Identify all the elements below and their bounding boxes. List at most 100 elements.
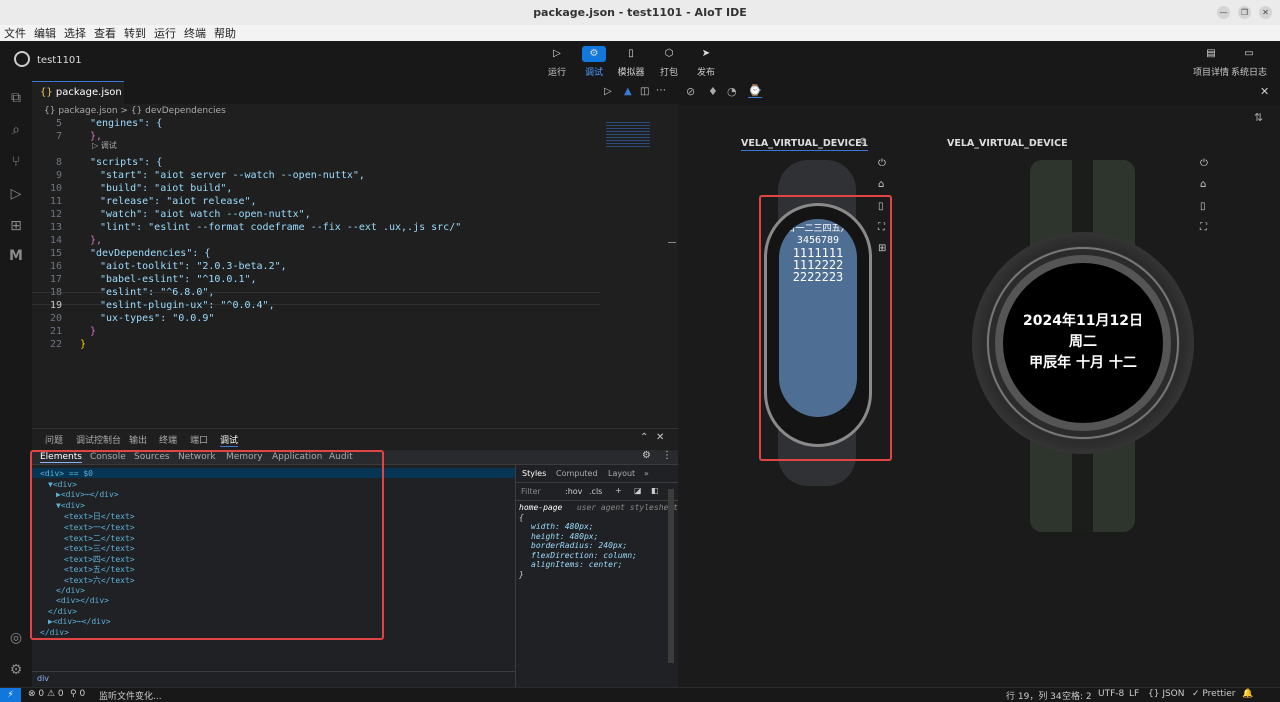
close-preview-icon[interactable]: ✕ bbox=[1260, 85, 1269, 98]
tab-debug[interactable]: 调试 bbox=[220, 433, 239, 447]
language-mode[interactable]: {} JSON bbox=[1148, 689, 1185, 699]
rotate-icon[interactable]: ▯ bbox=[878, 201, 884, 212]
screenshot-icon[interactable]: ⛶ bbox=[878, 222, 885, 233]
more-actions-icon[interactable]: ⋯ bbox=[656, 85, 666, 96]
screenshot-icon-2[interactable]: ⛶ bbox=[1200, 222, 1207, 233]
styles-filter-bar: Filter :hov .cls + ◪ ◧ bbox=[516, 483, 679, 501]
gauge-icon[interactable]: ◔ bbox=[727, 85, 737, 98]
device2-label[interactable]: VELA_VIRTUAL_DEVICE bbox=[947, 138, 1068, 149]
maximize-icon[interactable]: ❐ bbox=[1238, 6, 1251, 19]
menu-help[interactable]: 帮助 bbox=[214, 25, 236, 41]
m-icon[interactable]: M bbox=[7, 247, 25, 265]
code-line: "start": "aiot server --watch --open-nut… bbox=[100, 170, 365, 181]
styles-scrollbar[interactable] bbox=[668, 489, 674, 663]
package-button[interactable]: ⬡ 打包 bbox=[649, 46, 689, 78]
code-editor[interactable]: 5 "engines": {7}, 8 "scripts": {9 "start": "… bbox=[32, 118, 678, 426]
power-icon-2[interactable]: ⏻ bbox=[1200, 158, 1208, 169]
sort-icon[interactable]: ⇅ bbox=[1254, 111, 1263, 124]
code-line: "watch": "aiot watch --open-nuttx", bbox=[100, 209, 311, 220]
drop-icon[interactable]: ♦ bbox=[708, 85, 718, 98]
rule-origin: user agent stylesheet bbox=[576, 503, 678, 512]
style-declaration[interactable]: height: 480px; bbox=[519, 532, 678, 542]
tab-computed[interactable]: Computed bbox=[556, 469, 598, 478]
style-declaration[interactable]: width: 480px; bbox=[519, 522, 678, 532]
menu-select[interactable]: 选择 bbox=[64, 25, 86, 41]
tab-output[interactable]: 输出 bbox=[129, 433, 147, 446]
devtools-menu-icon[interactable]: ⋮ bbox=[662, 450, 672, 461]
watch-preview-icon[interactable]: ⌚ bbox=[748, 84, 762, 98]
maximize-panel-icon[interactable]: ⌃ bbox=[640, 432, 648, 443]
minimize-icon[interactable]: — bbox=[1217, 6, 1230, 19]
filter-input[interactable]: Filter bbox=[521, 487, 541, 496]
tab-layout[interactable]: Layout bbox=[608, 469, 635, 478]
indent-spaces[interactable]: 空格: 2 bbox=[1062, 689, 1092, 702]
minimap[interactable] bbox=[606, 122, 650, 148]
code-line: "ux-types": "0.0.9" bbox=[100, 313, 215, 324]
style-declaration[interactable]: alignItems: center; bbox=[519, 560, 678, 570]
device1-label[interactable]: VELA_VIRTUAL_DEVICE1 bbox=[741, 138, 869, 151]
tab-styles[interactable]: Styles bbox=[522, 469, 546, 478]
menu-run[interactable]: 运行 bbox=[154, 25, 176, 41]
menu-edit[interactable]: 编辑 bbox=[34, 25, 56, 41]
split-editor-icon[interactable]: ◫ bbox=[640, 86, 649, 97]
rule-selector: home-page bbox=[519, 503, 563, 512]
folder-icon: ▭ bbox=[1244, 48, 1254, 59]
style-declaration[interactable]: flexDirection: column; bbox=[519, 551, 678, 561]
home-icon-2[interactable]: ⌂ bbox=[1200, 179, 1206, 190]
tab-more[interactable]: » bbox=[644, 469, 649, 478]
extensions-icon[interactable]: ⊞ bbox=[7, 217, 25, 235]
device1-debug-icon: ⚙ bbox=[859, 137, 868, 147]
ports-count[interactable]: ⚲ 0 bbox=[70, 689, 85, 699]
eol[interactable]: LF bbox=[1129, 689, 1139, 699]
home-icon[interactable]: ⌂ bbox=[878, 179, 884, 190]
debug-button[interactable]: ⚙ 调试 bbox=[574, 46, 614, 78]
power-icon[interactable]: ⏻ bbox=[878, 158, 886, 169]
settings-gear-icon[interactable]: ⚙ bbox=[7, 661, 25, 679]
tab-ports[interactable]: 端口 bbox=[190, 433, 208, 446]
devtools-settings-icon[interactable]: ⚙ bbox=[642, 450, 651, 461]
menu-view[interactable]: 查看 bbox=[94, 25, 116, 41]
color-format-icon[interactable]: ◪ bbox=[634, 486, 642, 495]
notifications-icon[interactable]: 🔔 bbox=[1242, 689, 1253, 699]
tab-problems[interactable]: 问题 bbox=[45, 433, 63, 446]
remote-icon[interactable]: ⚡ bbox=[0, 688, 21, 702]
simulator-button[interactable]: ▯ 模拟器 bbox=[611, 46, 651, 78]
run-button[interactable]: ▷ 运行 bbox=[537, 46, 577, 78]
publish-button[interactable]: ➤ 发布 bbox=[686, 46, 726, 78]
close-panel-icon[interactable]: ✕ bbox=[656, 432, 664, 443]
prettier-status[interactable]: ✓ Prettier bbox=[1192, 689, 1236, 699]
apps-icon[interactable]: ⊞ bbox=[878, 243, 886, 254]
tab-debug-console[interactable]: 调试控制台 bbox=[76, 433, 121, 446]
menu-goto[interactable]: 转到 bbox=[124, 25, 146, 41]
close-icon[interactable]: ✕ bbox=[1259, 6, 1272, 19]
cls-toggle[interactable]: .cls bbox=[589, 487, 602, 496]
tab-terminal[interactable]: 终端 bbox=[159, 433, 177, 446]
source-control-icon[interactable]: ⑂ bbox=[7, 153, 25, 171]
explorer-icon[interactable]: ⧉ bbox=[7, 89, 25, 107]
menu-terminal[interactable]: 终端 bbox=[184, 25, 206, 41]
device-icon: ▯ bbox=[628, 48, 634, 59]
problems-count[interactable]: ⊗ 0 ⚠ 0 bbox=[28, 689, 64, 699]
hov-toggle[interactable]: :hov bbox=[565, 487, 582, 496]
add-rule-icon[interactable]: + bbox=[615, 486, 622, 495]
style-declaration[interactable]: borderRadius: 240px; bbox=[519, 541, 678, 551]
compass-icon[interactable]: ⊘ bbox=[686, 85, 695, 98]
breadcrumb[interactable]: {} package.json > {} devDependencies bbox=[32, 104, 678, 118]
rotate-icon-2[interactable]: ▯ bbox=[1200, 201, 1206, 212]
encoding[interactable]: UTF-8 bbox=[1098, 689, 1124, 699]
search-icon[interactable]: ⌕ bbox=[7, 121, 25, 139]
sidebar-toggle-icon[interactable]: ◧ bbox=[651, 486, 659, 495]
tab-package-json[interactable]: {} package.json ✕ bbox=[32, 81, 124, 120]
rule-brace-open: { bbox=[519, 512, 524, 522]
debug-file-icon[interactable]: ▲ bbox=[624, 86, 632, 97]
system-log-button[interactable]: ▭ 系统日志 bbox=[1229, 46, 1269, 78]
run-debug-icon[interactable]: ▷ bbox=[7, 185, 25, 203]
cursor-position[interactable]: 行 19，列 34 bbox=[1006, 689, 1062, 702]
project-detail-button[interactable]: ▤ 项目详情 bbox=[1191, 46, 1231, 78]
account-icon[interactable]: ◎ bbox=[7, 629, 25, 647]
codelens-debug[interactable]: ▷ 调试 bbox=[92, 140, 117, 151]
watch-screen[interactable]: 2024年11月12日 周二 甲辰年 十月 十二 bbox=[1003, 263, 1163, 423]
line-number: 19 bbox=[49, 300, 62, 311]
menu-file[interactable]: 文件 bbox=[4, 25, 26, 41]
run-file-icon[interactable]: ▷ bbox=[604, 86, 612, 97]
